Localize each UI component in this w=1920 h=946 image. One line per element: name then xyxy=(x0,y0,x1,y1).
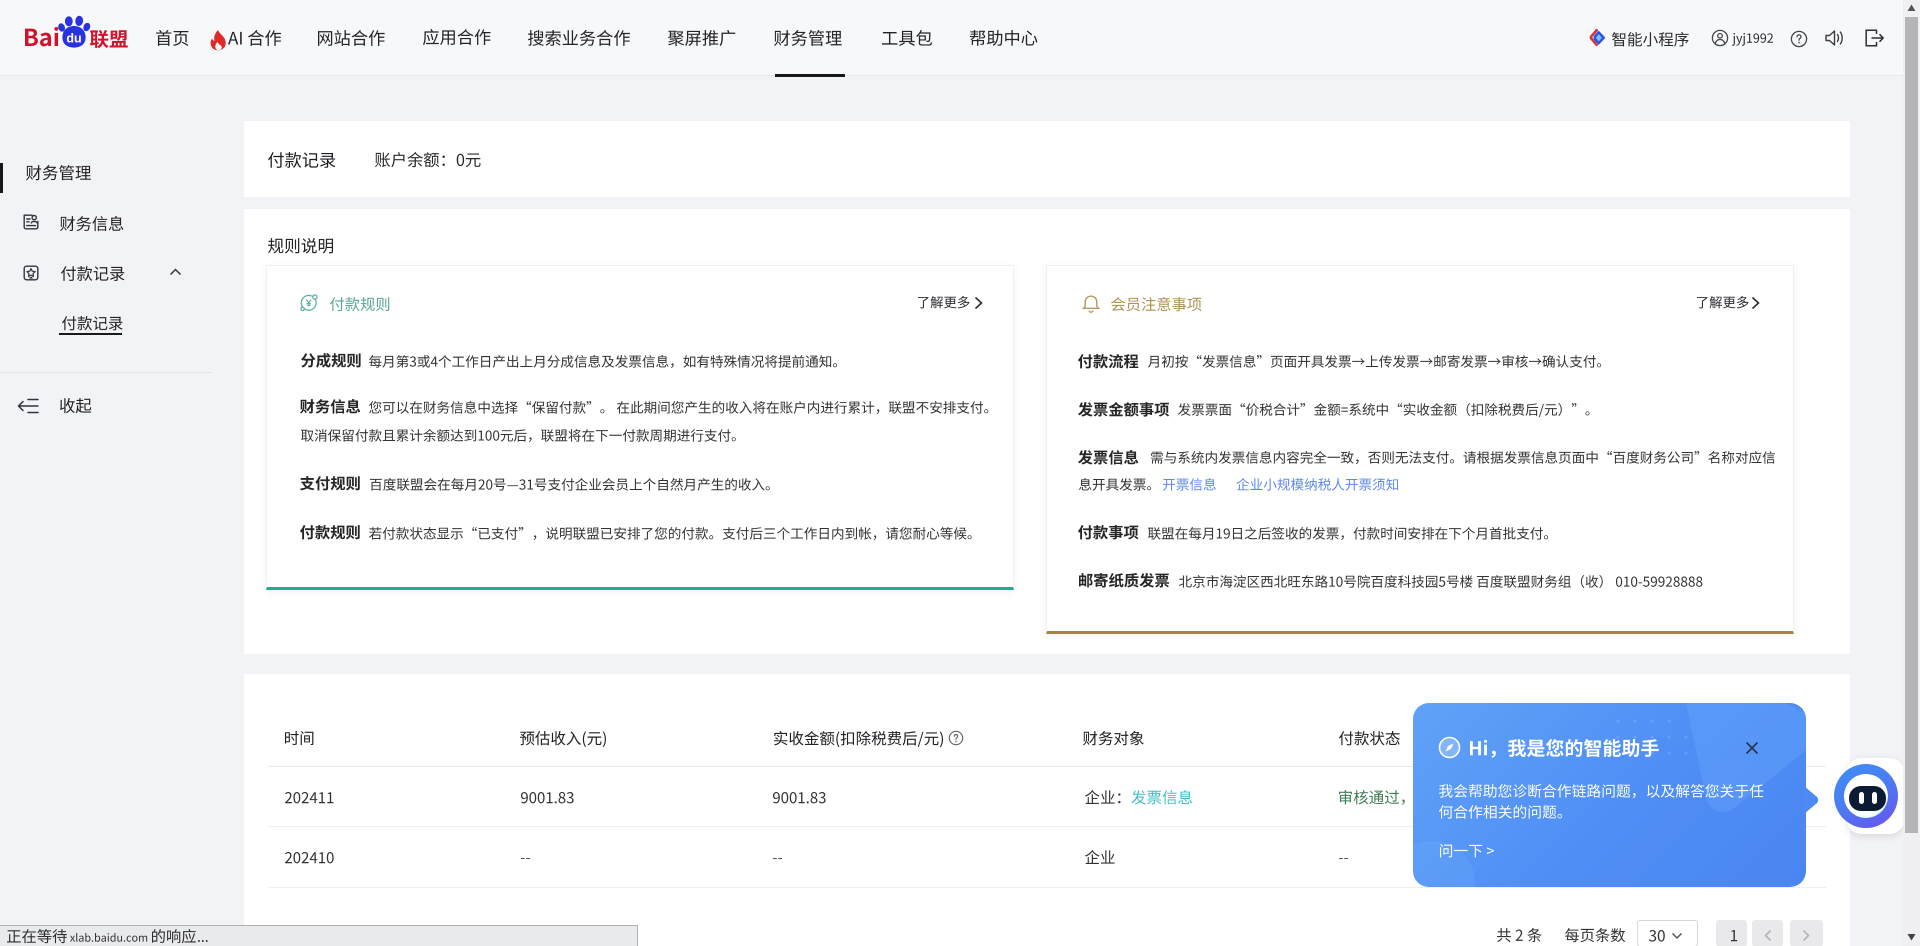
svg-text:du: du xyxy=(66,32,81,46)
